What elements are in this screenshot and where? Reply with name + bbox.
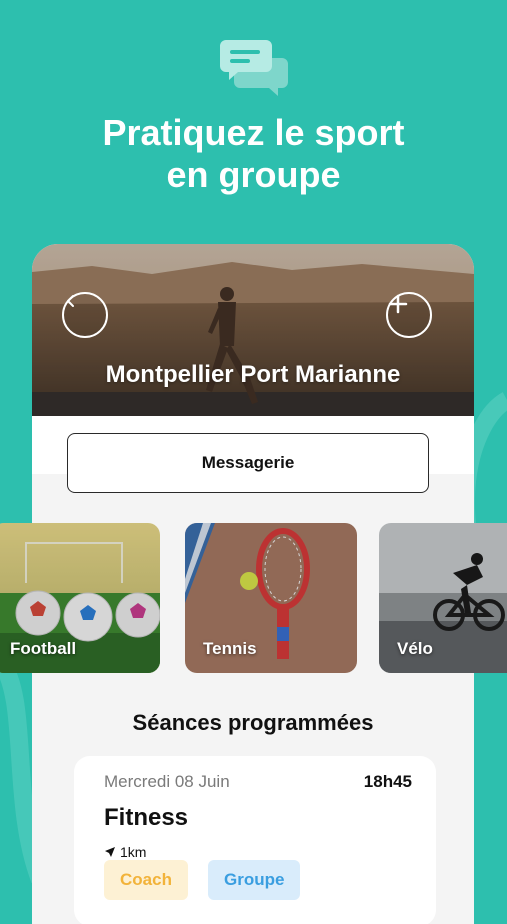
sport-tile-football[interactable]: Football	[0, 523, 160, 673]
promo-headline: Pratiquez le sport en groupe	[0, 112, 507, 196]
sport-tile-velo[interactable]: Vélo	[379, 523, 507, 673]
location-title: Montpellier Port Marianne	[105, 361, 401, 388]
back-button[interactable]	[62, 292, 108, 338]
tag-coach: Coach	[104, 860, 188, 900]
tag-groupe: Groupe	[208, 860, 301, 900]
session-distance: 1km	[104, 844, 146, 860]
session-distance-value: 1km	[120, 844, 147, 860]
session-name: Fitness	[104, 804, 189, 831]
sport-label: Football	[10, 639, 77, 658]
sport-label: Tennis	[203, 639, 257, 658]
session-date: Mercredi 08 Juin	[104, 772, 230, 791]
sport-tile-tennis[interactable]: Tennis	[185, 523, 357, 673]
sport-label: Vélo	[397, 639, 433, 658]
add-button[interactable]	[386, 292, 432, 338]
sessions-title: Séances programmées	[132, 710, 374, 735]
session-card[interactable]: Mercredi 08 Juin 18h45 Fitness 1km Coach…	[74, 756, 436, 924]
chevron-left-icon	[67, 295, 74, 307]
hero-banner: Montpellier Port Marianne	[32, 244, 474, 416]
headline-line-2: en groupe	[166, 154, 341, 195]
plus-icon	[388, 294, 408, 314]
headline-line-1: Pratiquez le sport	[102, 112, 405, 153]
navigation-arrow-icon	[105, 847, 115, 857]
chat-bubbles-icon	[218, 38, 290, 98]
messagerie-button[interactable]: Messagerie	[67, 433, 429, 493]
session-time: 18h45	[363, 772, 412, 791]
